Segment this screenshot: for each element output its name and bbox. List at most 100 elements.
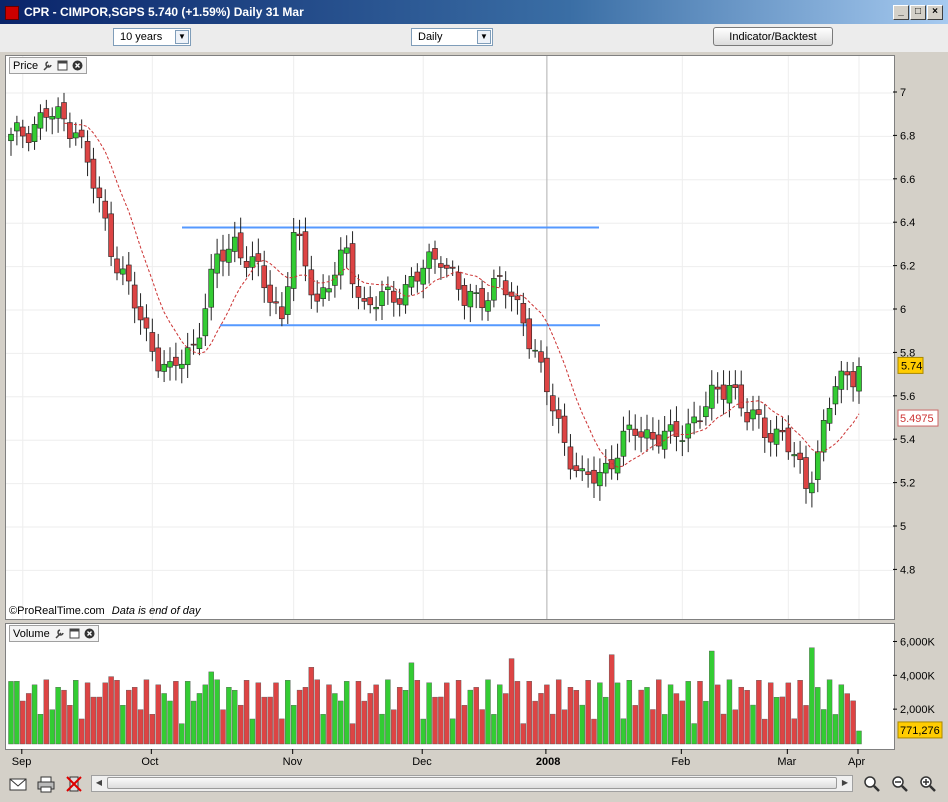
candle-body [161,363,167,372]
volume-bar [408,662,415,745]
candle-body [114,258,120,274]
candle-body [744,412,750,423]
volume-bar [667,684,674,745]
candle-body [279,306,285,320]
candle-body [708,384,715,409]
volume-bar [285,680,291,745]
close-icon[interactable] [84,628,95,639]
candle-body [390,290,397,303]
candle-body [67,122,73,139]
volume-bar [338,700,344,745]
wrench-icon[interactable] [42,60,53,71]
volume-bar [279,718,285,745]
candle-body [190,343,197,346]
candle-body [8,133,14,142]
volume-bar [697,681,703,745]
window-icon[interactable] [69,628,80,639]
candle-body [785,427,792,453]
chevron-down-icon[interactable]: ▼ [477,30,491,44]
volume-bar [632,705,638,745]
volume-bar [773,697,780,745]
volume-bar [650,709,656,745]
chevron-down-icon[interactable]: ▼ [175,30,189,44]
y-tick-label: 5.8 [900,347,915,359]
volume-bar [332,693,338,745]
y-tick-label: 7 [900,87,906,99]
volume-chart[interactable] [6,624,894,749]
candle-body [773,428,780,445]
candle-body [638,431,644,438]
candle-body [361,298,368,302]
candle-body [173,356,179,366]
volume-bar [750,704,756,745]
candle-body [856,366,862,392]
volume-bar [20,700,26,745]
close-icon[interactable] [72,60,83,71]
close-button[interactable]: × [927,5,943,20]
scroll-right-icon[interactable]: ▶ [839,777,851,789]
volume-bar [850,700,856,745]
candle-body [49,116,56,120]
volume-bar [467,689,474,745]
data-note: Data is end of day [111,605,201,617]
candle-body [296,233,303,237]
disconnect-icon[interactable] [64,775,84,793]
zoom-in-icon[interactable] [918,775,938,793]
candle-body [443,264,450,269]
candle-body [732,384,739,388]
candle-body [14,122,20,132]
interval-select[interactable]: Daily ▼ [411,28,493,46]
price-chart[interactable] [6,56,894,619]
volume-bar [591,718,597,745]
volume-bar [96,696,103,745]
candle-body [602,462,609,474]
candle-body [37,112,44,129]
volume-bar [826,679,833,745]
x-tick-label: Dec [412,756,432,768]
candle-body [379,291,385,306]
y-tick-label: 5.4 [900,434,915,446]
scroll-left-icon[interactable]: ◀ [93,777,105,789]
candle-body [555,409,562,419]
zoom-out-icon[interactable] [890,775,910,793]
volume-bar [767,682,774,745]
print-icon[interactable] [36,775,56,793]
volume-bar [738,686,744,745]
volume-bar [396,687,403,745]
candle-body [579,468,586,472]
volume-bar [744,690,750,745]
volume-bar [508,658,515,745]
candle-body [320,287,326,299]
candle-body [31,124,38,142]
volume-bar [820,709,827,745]
price-panel[interactable]: Price ©ProRealTime.com Data is end of da… [5,55,895,620]
volume-bar [544,684,550,745]
period-select[interactable]: 10 years ▼ [113,28,191,46]
volume-bar [320,714,326,745]
volume-bar [561,709,568,745]
mail-icon[interactable] [8,775,28,793]
candle-body [149,332,156,352]
x-tick-label: Sep [12,756,32,768]
wrench-icon[interactable] [54,628,65,639]
candle-body [337,249,344,276]
scrollbar-thumb[interactable] [107,777,837,789]
volume-bar [726,679,733,745]
candle-body [355,286,362,298]
horizontal-scrollbar[interactable]: ◀ ▶ [91,775,853,792]
volume-bar [273,682,279,745]
volume-panel[interactable]: Volume [5,623,895,750]
volume-bar [78,718,85,745]
volume-bar [261,696,267,745]
volume-bar [673,693,680,745]
candle-body [402,284,409,306]
minimize-button[interactable]: _ [893,5,909,20]
zoom-fit-icon[interactable] [862,775,882,793]
indicator-backtest-button[interactable]: Indicator/Backtest [713,27,833,46]
candle-body [720,384,727,400]
last-price-tag [897,356,924,374]
x-tick-label: 2008 [536,756,560,768]
candle-body [178,363,185,369]
window-icon[interactable] [57,60,68,71]
maximize-button[interactable]: □ [910,5,926,20]
